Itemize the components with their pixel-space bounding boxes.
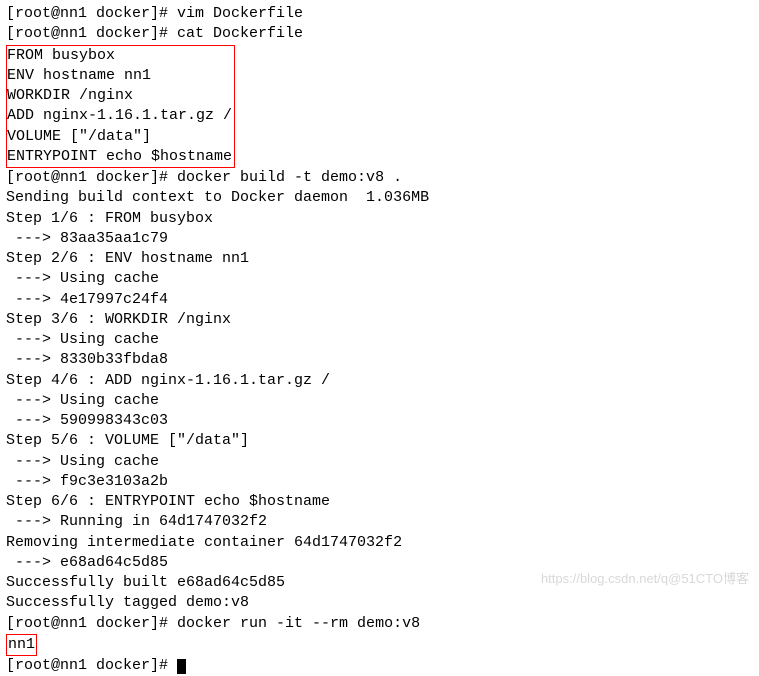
dockerfile-line: VOLUME ["/data"]: [7, 127, 232, 147]
terminal-line: [root@nn1 docker]# vim Dockerfile: [6, 4, 753, 24]
build-output-line: ---> Using cache: [6, 269, 753, 289]
command-text: docker build -t demo:v8 .: [177, 169, 402, 186]
build-output-line: ---> Using cache: [6, 452, 753, 472]
build-output-line: Step 6/6 : ENTRYPOINT echo $hostname: [6, 492, 753, 512]
command-text: cat Dockerfile: [177, 25, 303, 42]
build-output-line: Successfully tagged demo:v8: [6, 593, 753, 613]
build-output-line: ---> Running in 64d1747032f2: [6, 512, 753, 532]
shell-prompt: [root@nn1 docker]#: [6, 5, 177, 22]
build-output-line: Step 3/6 : WORKDIR /nginx: [6, 310, 753, 330]
build-output-line: ---> 590998343c03: [6, 411, 753, 431]
shell-prompt: [root@nn1 docker]#: [6, 169, 177, 186]
dockerfile-highlight-box: FROM busybox ENV hostname nn1 WORKDIR /n…: [6, 45, 235, 169]
command-text: docker run -it --rm demo:v8: [177, 615, 420, 632]
run-output-line: nn1: [6, 634, 753, 656]
terminal-line: [root@nn1 docker]# cat Dockerfile: [6, 24, 753, 44]
build-output-line: ---> e68ad64c5d85: [6, 553, 753, 573]
build-output-line: ---> 8330b33fbda8: [6, 350, 753, 370]
build-output-line: Step 1/6 : FROM busybox: [6, 209, 753, 229]
build-output-line: Successfully built e68ad64c5d85: [6, 573, 753, 593]
build-output-line: Step 4/6 : ADD nginx-1.16.1.tar.gz /: [6, 371, 753, 391]
build-output-line: Removing intermediate container 64d17470…: [6, 533, 753, 553]
dockerfile-line: ENTRYPOINT echo $hostname: [7, 147, 232, 167]
build-output-line: ---> f9c3e3103a2b: [6, 472, 753, 492]
command-text: vim Dockerfile: [177, 5, 303, 22]
dockerfile-line: FROM busybox: [7, 46, 232, 66]
terminal-line: [root@nn1 docker]# docker run -it --rm d…: [6, 614, 753, 634]
build-output-line: Sending build context to Docker daemon 1…: [6, 188, 753, 208]
build-output-line: ---> 83aa35aa1c79: [6, 229, 753, 249]
build-output-line: ---> Using cache: [6, 391, 753, 411]
build-output-line: Step 2/6 : ENV hostname nn1: [6, 249, 753, 269]
output-highlight-box: nn1: [6, 634, 37, 656]
cursor-icon: [177, 659, 186, 674]
build-output-line: ---> Using cache: [6, 330, 753, 350]
terminal-line: [root@nn1 docker]# docker build -t demo:…: [6, 168, 753, 188]
terminal-line[interactable]: [root@nn1 docker]#: [6, 656, 753, 676]
dockerfile-line: ENV hostname nn1: [7, 66, 232, 86]
build-output-line: Step 5/6 : VOLUME ["/data"]: [6, 431, 753, 451]
shell-prompt: [root@nn1 docker]#: [6, 615, 177, 632]
dockerfile-line: ADD nginx-1.16.1.tar.gz /: [7, 106, 232, 126]
dockerfile-line: WORKDIR /nginx: [7, 86, 232, 106]
build-output-line: ---> 4e17997c24f4: [6, 290, 753, 310]
shell-prompt: [root@nn1 docker]#: [6, 657, 177, 674]
shell-prompt: [root@nn1 docker]#: [6, 25, 177, 42]
